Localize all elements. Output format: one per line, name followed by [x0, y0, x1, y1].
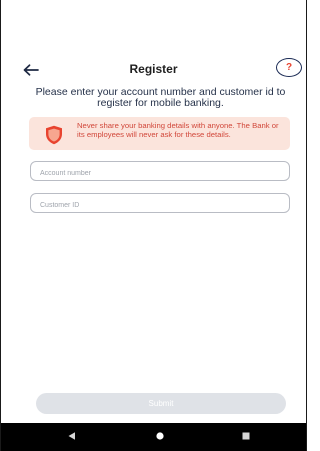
customer-id-input[interactable]	[31, 196, 289, 215]
circle-home-icon[interactable]	[155, 431, 165, 441]
shield-icon	[46, 125, 62, 145]
header: Register ?	[1, 58, 306, 81]
instructions-text: Please enter your account number and cus…	[35, 86, 286, 109]
question-icon: ?	[285, 62, 293, 73]
page-title: Register	[129, 62, 178, 76]
help-button[interactable]: ?	[276, 58, 302, 77]
system-navigation-bar	[1, 423, 306, 451]
app-screen: Register ? Please enter your account num…	[0, 0, 307, 451]
account-number-input[interactable]	[31, 164, 289, 183]
account-number-field[interactable]	[30, 161, 290, 183]
submit-button[interactable]: Submit	[36, 393, 286, 414]
security-alert: Never share your banking details with an…	[29, 117, 290, 150]
alert-text: Never share your banking details with an…	[77, 121, 279, 139]
square-recents-icon[interactable]	[241, 431, 251, 441]
customer-id-field[interactable]	[30, 193, 290, 215]
triangle-back-icon[interactable]	[67, 431, 77, 441]
